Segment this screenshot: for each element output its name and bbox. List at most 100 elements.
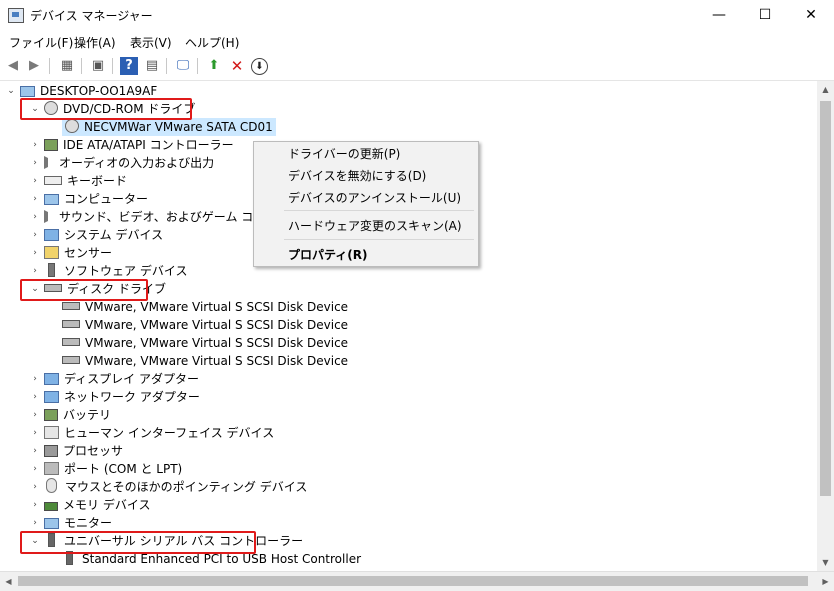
- context-menu: ドライバーの更新(P) デバイスを無効にする(D) デバイスのアンインストール(…: [253, 141, 479, 267]
- context-uninstall-device[interactable]: デバイスのアンインストール(U): [288, 189, 461, 206]
- tree-item-port[interactable]: › ポート (COM と LPT): [33, 460, 182, 478]
- menu-action[interactable]: 操作(A): [74, 34, 116, 51]
- context-disable-device[interactable]: デバイスを無効にする(D): [288, 167, 426, 184]
- expand-icon[interactable]: ›: [30, 262, 40, 280]
- close-button[interactable]: ✕: [788, 0, 834, 30]
- tree-item-system[interactable]: › システム デバイス: [33, 226, 164, 244]
- tree-item-label: VMware, VMware Virtual S SCSI Disk Devic…: [85, 354, 349, 368]
- tree-item-battery[interactable]: › バッテリ: [33, 406, 111, 424]
- network-adapter-icon: [44, 391, 59, 403]
- tree-item-label: ディスプレイ アダプター: [64, 372, 199, 386]
- scroll-left-icon[interactable]: ◀: [0, 572, 17, 591]
- scroll-right-icon[interactable]: ▶: [817, 572, 834, 591]
- tree-item-label: システム デバイス: [64, 228, 164, 242]
- tree-item-software[interactable]: › ソフトウェア デバイス: [33, 262, 188, 280]
- expand-icon[interactable]: ›: [30, 406, 40, 424]
- tree-item-sensor[interactable]: › センサー: [33, 244, 113, 262]
- battery-icon: [44, 409, 58, 421]
- update-driver-icon[interactable]: ⬆: [205, 57, 223, 75]
- collapse-icon[interactable]: ⌄: [6, 82, 16, 100]
- tree-item-label: VMware, VMware Virtual S SCSI Disk Devic…: [85, 300, 349, 314]
- expand-icon[interactable]: ›: [30, 154, 40, 172]
- tree-item-label: NECVMWar VMware SATA CD01: [84, 120, 273, 134]
- expand-icon[interactable]: ›: [30, 424, 40, 442]
- tree-item-ide[interactable]: › IDE ATA/ATAPI コントローラー: [33, 136, 233, 154]
- help-icon[interactable]: ?: [120, 57, 138, 75]
- context-scan-hardware[interactable]: ハードウェア変更のスキャン(A): [288, 217, 462, 234]
- tree-item-memory[interactable]: › メモリ デバイス: [33, 496, 151, 514]
- speaker-icon: [44, 210, 54, 223]
- tree-item-label: オーディオの入力および出力: [59, 156, 215, 170]
- maximize-button[interactable]: ☐: [742, 0, 788, 30]
- expand-icon[interactable]: ›: [30, 460, 40, 478]
- tree-item-processor[interactable]: › プロセッサ: [33, 442, 124, 460]
- computer-icon: [20, 86, 35, 97]
- tree-item-mouse[interactable]: › マウスとそのほかのポインティング デバイス: [33, 478, 307, 496]
- uninstall-icon[interactable]: ✕: [228, 57, 246, 75]
- tree-item-disk-child[interactable]: VMware, VMware Virtual S SCSI Disk Devic…: [62, 334, 348, 352]
- tree-item-dvd-child[interactable]: NECVMWar VMware SATA CD01: [62, 118, 276, 136]
- scroll-up-icon[interactable]: ▲: [817, 81, 834, 98]
- back-icon[interactable]: ◀: [4, 57, 22, 75]
- monitor-icon[interactable]: 🖵: [174, 57, 192, 75]
- tree-item-label: メモリ デバイス: [63, 498, 151, 512]
- tree-item-label: キーボード: [67, 174, 128, 188]
- minimize-button[interactable]: —: [696, 0, 742, 30]
- toolbar-separator: [166, 58, 167, 74]
- display-adapter-icon: [44, 373, 59, 385]
- tree-item-network[interactable]: › ネットワーク アダプター: [33, 388, 200, 406]
- view-icon[interactable]: ▤: [143, 57, 161, 75]
- computer-icon: [44, 194, 59, 205]
- menu-help[interactable]: ヘルプ(H): [185, 34, 239, 51]
- tree-item-label: モニター: [64, 516, 113, 530]
- expand-icon[interactable]: ›: [30, 496, 40, 514]
- highlight-box: [20, 98, 192, 120]
- enable-device-icon[interactable]: ⬇: [251, 58, 268, 75]
- scroll-thumb[interactable]: [820, 101, 831, 496]
- menu-file[interactable]: ファイル(F): [9, 34, 73, 51]
- expand-icon[interactable]: ›: [30, 172, 40, 190]
- vertical-scrollbar[interactable]: ▲ ▼: [817, 81, 834, 571]
- expand-icon[interactable]: ›: [30, 208, 40, 226]
- expand-icon[interactable]: ›: [30, 370, 40, 388]
- toolbar: ◀ ▶ ▦ ▣ ? ▤ 🖵 ⬆ ✕ ⬇: [0, 52, 834, 81]
- tree-item-audio-io[interactable]: › オーディオの入力および出力: [33, 154, 215, 172]
- tree-item-disk-child[interactable]: VMware, VMware Virtual S SCSI Disk Devic…: [62, 316, 348, 334]
- expand-icon[interactable]: ›: [30, 478, 40, 496]
- scroll-thumb[interactable]: [18, 576, 808, 586]
- tree-item-label: コンピューター: [64, 192, 149, 206]
- scroll-down-icon[interactable]: ▼: [817, 554, 834, 571]
- expand-icon[interactable]: ›: [30, 442, 40, 460]
- tree-item-label: ヒューマン インターフェイス デバイス: [64, 426, 275, 440]
- tree-item-disk-child[interactable]: VMware, VMware Virtual S SCSI Disk Devic…: [62, 352, 348, 370]
- properties-icon[interactable]: ▦: [58, 57, 76, 75]
- refresh-view-icon[interactable]: ▣: [89, 57, 107, 75]
- tree-item-computer[interactable]: › コンピューター: [33, 190, 149, 208]
- expand-icon[interactable]: ›: [30, 136, 40, 154]
- tree-item-hid[interactable]: › ヒューマン インターフェイス デバイス: [33, 424, 275, 442]
- tree-item-label: ソフトウェア デバイス: [64, 264, 188, 278]
- context-update-driver[interactable]: ドライバーの更新(P): [288, 145, 400, 162]
- disk-drive-icon: [62, 356, 80, 364]
- expand-icon[interactable]: ›: [30, 514, 40, 532]
- context-properties[interactable]: プロパティ(R): [288, 246, 368, 263]
- tree-item-label: VMware, VMware Virtual S SCSI Disk Devic…: [85, 318, 349, 332]
- expand-icon[interactable]: ›: [30, 388, 40, 406]
- menu-view[interactable]: 表示(V): [130, 34, 172, 51]
- forward-icon[interactable]: ▶: [25, 57, 43, 75]
- processor-icon: [44, 445, 58, 457]
- expand-icon[interactable]: ›: [30, 244, 40, 262]
- tree-item-label: プロセッサ: [63, 444, 124, 458]
- tree-item-keyboard[interactable]: › キーボード: [33, 172, 128, 190]
- highlight-box: [20, 279, 148, 301]
- highlight-box: [20, 531, 256, 554]
- tree-item-label: センサー: [64, 246, 113, 260]
- tree-item-monitor[interactable]: › モニター: [33, 514, 113, 532]
- keyboard-icon: [44, 176, 62, 185]
- context-separator: [284, 239, 474, 240]
- horizontal-scrollbar[interactable]: ◀ ▶: [0, 571, 834, 591]
- expand-icon[interactable]: ›: [30, 190, 40, 208]
- tree-item-display[interactable]: › ディスプレイ アダプター: [33, 370, 199, 388]
- expand-icon[interactable]: ›: [30, 226, 40, 244]
- tree-item-label: VMware, VMware Virtual S SCSI Disk Devic…: [85, 336, 349, 350]
